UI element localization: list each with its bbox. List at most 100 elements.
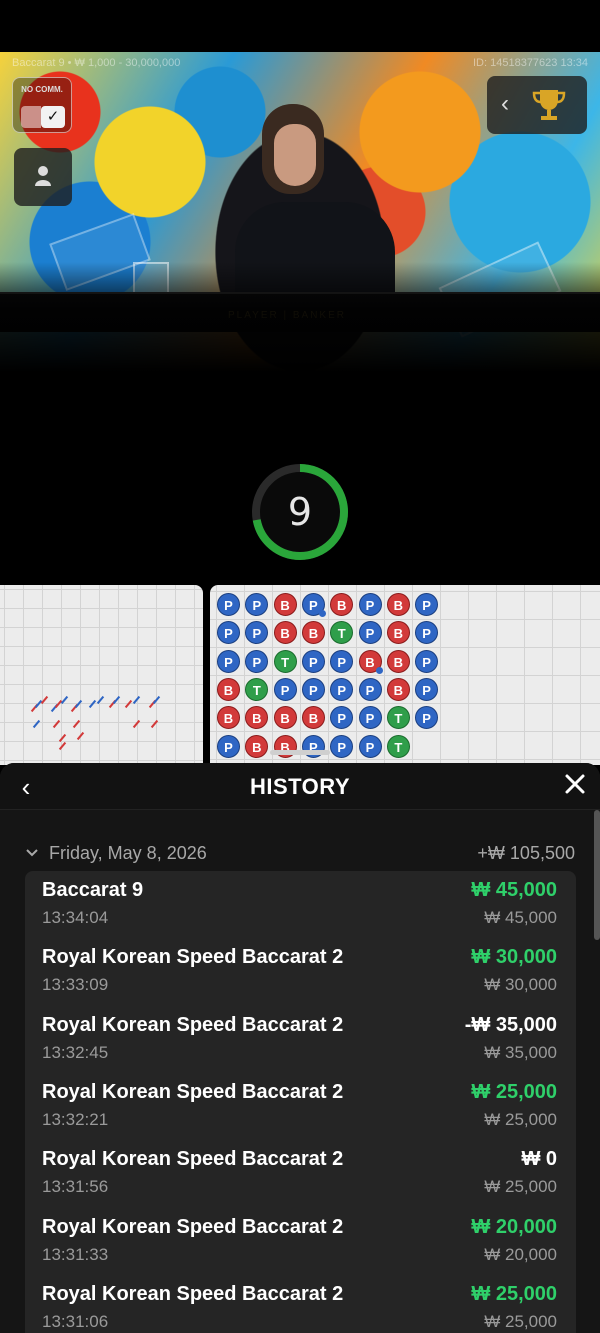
dealer-face	[274, 124, 316, 186]
history-list: Baccarat 9 13:34:04 ₩ 45,000 ₩ 45,000 Royal …	[25, 871, 576, 1333]
game-name: Royal Korean Speed Baccarat 2	[42, 1080, 344, 1103]
road-mark	[58, 733, 67, 743]
history-row[interactable]: Royal Korean Speed Baccarat 2 13:31:56 ₩ 0…	[25, 1140, 576, 1207]
bet-time: 13:31:06	[42, 1311, 109, 1331]
game-name: Royal Korean Speed Baccarat 2	[42, 1148, 344, 1171]
stake-amount: ₩ 25,000	[484, 1311, 557, 1331]
pair-dot	[318, 610, 326, 617]
bet-time: 13:32:45	[42, 1042, 109, 1062]
road-mark	[88, 699, 97, 709]
history-row[interactable]: Royal Korean Speed Baccarat 2 13:33:09 ₩ 3…	[25, 938, 576, 1005]
stake-amount: ₩ 25,000	[484, 1177, 557, 1197]
road-mark	[96, 695, 105, 705]
bead-player: P	[217, 593, 240, 616]
chevron-down-icon	[26, 849, 38, 857]
bead-player: P	[358, 734, 382, 758]
bead-banker: B	[330, 593, 354, 616]
bead-player: P	[358, 621, 382, 645]
road-mark	[74, 699, 83, 709]
game-name: Royal Korean Speed Baccarat 2	[42, 1013, 344, 1036]
stake-amount: ₩ 45,000	[484, 908, 557, 927]
net-result: ₩ 25,000	[471, 1282, 557, 1305]
net-result: ₩ 45,000	[471, 879, 557, 901]
user-icon	[35, 166, 51, 186]
bet-time: 13:32:21	[42, 1109, 109, 1129]
bead-banker: B	[386, 593, 410, 616]
history-row[interactable]: Royal Korean Speed Baccarat 2 13:31:33 ₩ 2…	[25, 1208, 576, 1275]
toggle-track	[21, 106, 41, 128]
bead-banker: B	[386, 621, 410, 645]
road-mark	[124, 699, 133, 709]
bead-road-scoreboard[interactable]: PPBPBPBPPPBBTPBPPPTPPBBPBTPPPPBPBBBBPPTP…	[210, 585, 600, 765]
history-row[interactable]: Royal Korean Speed Baccarat 2 13:31:06 ₩ 2…	[25, 1275, 576, 1333]
history-row[interactable]: Royal Korean Speed Baccarat 2 13:32:21 ₩ 2…	[25, 1073, 576, 1140]
table-limits: Baccarat 9 • ₩ 1,000 - 30,000,000	[12, 57, 181, 69]
net-result: ₩ 25,000	[471, 1080, 557, 1103]
bead-tie: T	[330, 621, 354, 645]
bead-player: P	[217, 621, 240, 645]
game-table	[0, 292, 600, 332]
bead-player: P	[415, 677, 439, 701]
road-mark	[76, 731, 85, 741]
road-mark	[52, 719, 61, 729]
card-shoe	[49, 213, 151, 291]
bead-banker: B	[386, 649, 410, 673]
scrollbar[interactable]	[594, 810, 600, 940]
drag-handle[interactable]	[270, 750, 330, 755]
bead-banker: B	[273, 621, 297, 645]
bead-player: P	[415, 593, 439, 616]
net-result: ₩ 0	[521, 1148, 557, 1171]
bead-player: P	[358, 706, 382, 730]
bead-player: P	[245, 621, 269, 645]
bead-player: P	[330, 677, 354, 701]
road-mark	[150, 719, 159, 729]
bead-tie: T	[245, 677, 269, 701]
countdown-value: 9	[287, 490, 313, 534]
table-text: PLAYER | BANKER	[228, 310, 346, 321]
bead-player: P	[273, 677, 297, 701]
bead-banker: B	[273, 706, 297, 730]
game-name: Royal Korean Speed Baccarat 2	[42, 1282, 344, 1305]
bet-time: 13:33:09	[42, 975, 109, 995]
road-mark	[32, 719, 41, 729]
bead-player: P	[301, 649, 325, 673]
road-mark	[132, 719, 141, 729]
game-name: Royal Korean Speed Baccarat 2	[42, 946, 344, 969]
road-mark	[112, 695, 121, 705]
bead-player: P	[358, 677, 382, 701]
stake-amount: ₩ 25,000	[484, 1109, 557, 1129]
road-mark	[72, 719, 81, 729]
stake-amount: ₩ 20,000	[484, 1244, 557, 1264]
close-icon[interactable]	[564, 773, 586, 795]
game-name: Baccarat 9	[42, 879, 144, 901]
bead-banker: B	[301, 621, 325, 645]
history-row[interactable]: Baccarat 9 13:34:04 ₩ 45,000 ₩ 45,000	[25, 871, 576, 938]
betting-countdown: 9	[251, 463, 349, 561]
bead-banker: B	[245, 706, 269, 730]
trophy-icon	[532, 90, 566, 120]
bead-player: P	[245, 593, 269, 616]
big-road-scoreboard[interactable]	[0, 585, 203, 765]
road-mark	[40, 695, 49, 705]
net-result: -₩ 35,000	[464, 1013, 557, 1036]
bead-player: P	[301, 677, 325, 701]
history-row[interactable]: Royal Korean Speed Baccarat 2 13:32:45 -₩ …	[25, 1006, 576, 1073]
bead-player: P	[217, 734, 240, 758]
bead-player: P	[415, 706, 439, 730]
trophy-button[interactable]: ‹	[487, 76, 587, 134]
bead-banker: B	[301, 706, 325, 730]
no-commission-toggle[interactable]: NO COMM. ✓	[12, 77, 72, 133]
bead-player: P	[330, 649, 354, 673]
game-name: Royal Korean Speed Baccarat 2	[42, 1215, 344, 1238]
bead-player: P	[217, 649, 240, 673]
bead-player: P	[245, 649, 269, 673]
player-profile-button[interactable]	[14, 148, 72, 206]
bead-player: P	[358, 593, 382, 616]
dealer	[235, 202, 395, 322]
day-group-header[interactable]: Friday, May 8, 2026 +₩ 105,500	[25, 843, 575, 865]
road-mark	[152, 695, 161, 705]
bead-banker: B	[245, 734, 269, 758]
checkmark-icon: ✓	[41, 106, 65, 128]
bet-time: 13:34:04	[42, 908, 109, 927]
bead-player: P	[415, 621, 439, 645]
